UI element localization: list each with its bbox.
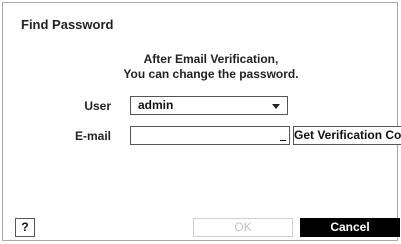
instruction-line-1: After Email Verification,: [143, 52, 279, 66]
user-label: User: [84, 99, 111, 113]
help-button[interactable]: ?: [15, 218, 35, 237]
dialog-title: Find Password: [21, 17, 114, 32]
get-verification-code-button[interactable]: Get Verification Code: [293, 126, 401, 145]
text-cursor-icon: [280, 140, 286, 141]
user-select[interactable]: admin: [130, 96, 288, 115]
ok-button[interactable]: OK: [193, 218, 293, 237]
cancel-button[interactable]: Cancel: [300, 218, 400, 237]
email-label: E-mail: [74, 129, 111, 143]
user-select-value: admin: [138, 98, 174, 112]
chevron-down-icon: [272, 104, 280, 109]
instruction-line-2: You can change the password.: [123, 67, 299, 81]
find-password-dialog: Find Password After Email Verification, …: [2, 2, 401, 241]
email-field[interactable]: [130, 126, 290, 145]
instruction-message: After Email Verification, You can change…: [63, 52, 359, 82]
